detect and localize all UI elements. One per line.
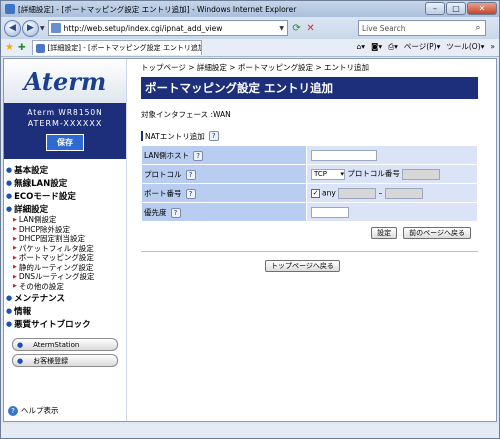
tab-page-icon <box>35 43 45 53</box>
add-favorites-icon[interactable]: ✚ <box>18 43 26 53</box>
ie-icon <box>5 4 15 14</box>
menu-site-block[interactable]: ● 悪質サイトブロック <box>4 317 126 330</box>
model-name: Aterm WR8150N <box>27 108 103 117</box>
refresh-icon[interactable]: ⟳ <box>290 21 304 35</box>
url-text[interactable]: http://web.setup/index.cgi/ipnat_add_vie… <box>64 24 277 33</box>
save-button[interactable]: 保存 <box>46 134 84 151</box>
nat-entry-form: LAN側ホスト? プロトコル? TCP ▾ プロトコル番号 ポート番号? ✓ any <box>141 145 478 222</box>
page-title: ポートマッピング設定 エントリ追加 <box>141 77 478 99</box>
page-menu[interactable]: ページ(P)▾ <box>404 41 441 52</box>
stop-icon[interactable]: ✕ <box>304 21 318 35</box>
minimize-button[interactable]: – <box>425 2 445 15</box>
help-question-icon[interactable]: ? <box>208 131 219 141</box>
search-box[interactable]: Live Search ⌕ <box>358 20 486 36</box>
target-interface: 対象インタフェース :WAN <box>141 110 231 119</box>
any-checkbox[interactable]: ✓ <box>311 188 320 198</box>
breadcrumb[interactable]: トップページ > 詳細設定 > ポートマッピング設定 > エントリ追加 <box>141 62 486 72</box>
menu-info[interactable]: ● 情報 <box>4 304 126 317</box>
submenu-other[interactable]: ▶ その他の設定 <box>4 282 126 292</box>
maximize-button[interactable]: □ <box>446 2 466 15</box>
tools-menu[interactable]: ツール(O)▾ <box>446 41 484 52</box>
menu-basic[interactable]: ● 基本設定 <box>4 163 126 176</box>
row-port: ポート番号? ✓ any – <box>141 183 478 203</box>
search-input[interactable]: Live Search <box>362 24 471 33</box>
page-icon <box>50 23 61 33</box>
menu-maintenance[interactable]: ● メンテナンス <box>4 291 126 304</box>
row-protocol: プロトコル? TCP ▾ プロトコル番号 <box>141 164 478 184</box>
aterm-logo: Aterm <box>4 59 126 103</box>
print-icon[interactable]: ⎙▾ <box>388 42 398 52</box>
back-page-button[interactable]: 前のページへ戻る <box>403 227 471 239</box>
home-icon[interactable]: ⌂▾ <box>357 42 366 51</box>
favorites-star-icon[interactable]: ★ <box>5 42 14 53</box>
menu-wireless[interactable]: ● 無線LAN設定 <box>4 176 126 189</box>
section-heading: NATエントリ追加? <box>141 130 486 142</box>
protocol-number-label: プロトコル番号 <box>347 169 400 179</box>
port-end-input[interactable] <box>384 187 423 199</box>
protocol-select[interactable]: TCP ▾ <box>311 168 345 180</box>
menu-advanced[interactable]: ● 詳細設定 <box>4 202 126 215</box>
search-icon[interactable]: ⌕ <box>471 23 485 33</box>
tab-current[interactable]: [詳細設定] - [ポートマッピング設定 エントリ追加] <box>31 40 202 55</box>
customer-registration-button[interactable]: ● お客様登録 <box>12 354 118 367</box>
tab-bar: ★ ✚ [詳細設定] - [ポートマッピング設定 エントリ追加] ⌂▾ ◙▾ ⎙… <box>1 39 499 57</box>
menu-eco[interactable]: ● ECOモード設定 <box>4 189 126 202</box>
priority-input[interactable] <box>311 206 349 218</box>
recent-pages-dropdown[interactable]: ▼ <box>40 25 45 32</box>
status-bar <box>1 424 499 438</box>
side-menu: ● 基本設定 ● 無線LAN設定 ● ECOモード設定 ● 詳細設定 ▶ LAN側設定 ▶… <box>4 159 126 367</box>
protocol-help-icon[interactable]: ? <box>185 169 196 180</box>
help-link[interactable]: ? ヘルプ表示 <box>8 405 59 416</box>
top-page-button[interactable]: トップページへ戻る <box>265 260 340 272</box>
priority-help-icon[interactable]: ? <box>170 207 181 218</box>
title-bar: [詳細設定] - [ポートマッピング設定 エントリ追加] - Windows I… <box>1 1 499 17</box>
protocol-number-input[interactable] <box>402 168 441 180</box>
back-button[interactable]: ◀ <box>4 19 21 37</box>
lan-host-help-icon[interactable]: ? <box>193 150 204 161</box>
sidebar: Aterm Aterm WR8150N ATERM-XXXXXX 保存 ● 基本設… <box>4 59 127 421</box>
feeds-icon[interactable]: ◙▾ <box>371 42 382 51</box>
divider <box>141 251 478 252</box>
address-dropdown[interactable]: ▼ <box>277 25 287 32</box>
port-help-icon[interactable]: ? <box>185 188 196 199</box>
window-title: [詳細設定] - [ポートマッピング設定 エントリ追加] - Windows I… <box>18 4 297 14</box>
set-button[interactable]: 設定 <box>371 227 398 239</box>
atermstation-button[interactable]: ● AtermStation <box>12 338 118 351</box>
lan-host-input[interactable] <box>311 149 377 161</box>
address-field[interactable]: http://web.setup/index.cgi/ipnat_add_vie… <box>47 20 288 36</box>
row-lan-host: LAN側ホスト? <box>141 145 478 165</box>
address-bar-row: ◀ ▶ ▼ http://web.setup/index.cgi/ipnat_a… <box>1 17 499 39</box>
browser-window: [詳細設定] - [ポートマッピング設定 エントリ追加] - Windows I… <box>0 0 500 439</box>
close-button[interactable]: ✕ <box>467 2 497 15</box>
expand-icon[interactable]: » <box>490 42 495 51</box>
port-start-input[interactable] <box>338 187 377 199</box>
tab-label: [詳細設定] - [ポートマッピング設定 エントリ追加] <box>47 44 202 52</box>
device-name: ATERM-XXXXXX <box>27 119 103 128</box>
help-icon: ? <box>8 405 18 416</box>
page-content: Aterm Aterm WR8150N ATERM-XXXXXX 保存 ● 基本設… <box>3 58 497 422</box>
main-panel: トップページ > 詳細設定 > ポートマッピング設定 > エントリ追加 ポートマ… <box>141 59 486 272</box>
row-priority: 優先度? <box>141 202 478 222</box>
forward-button[interactable]: ▶ <box>22 19 39 37</box>
device-info: Aterm WR8150N ATERM-XXXXXX 保存 <box>4 103 126 159</box>
